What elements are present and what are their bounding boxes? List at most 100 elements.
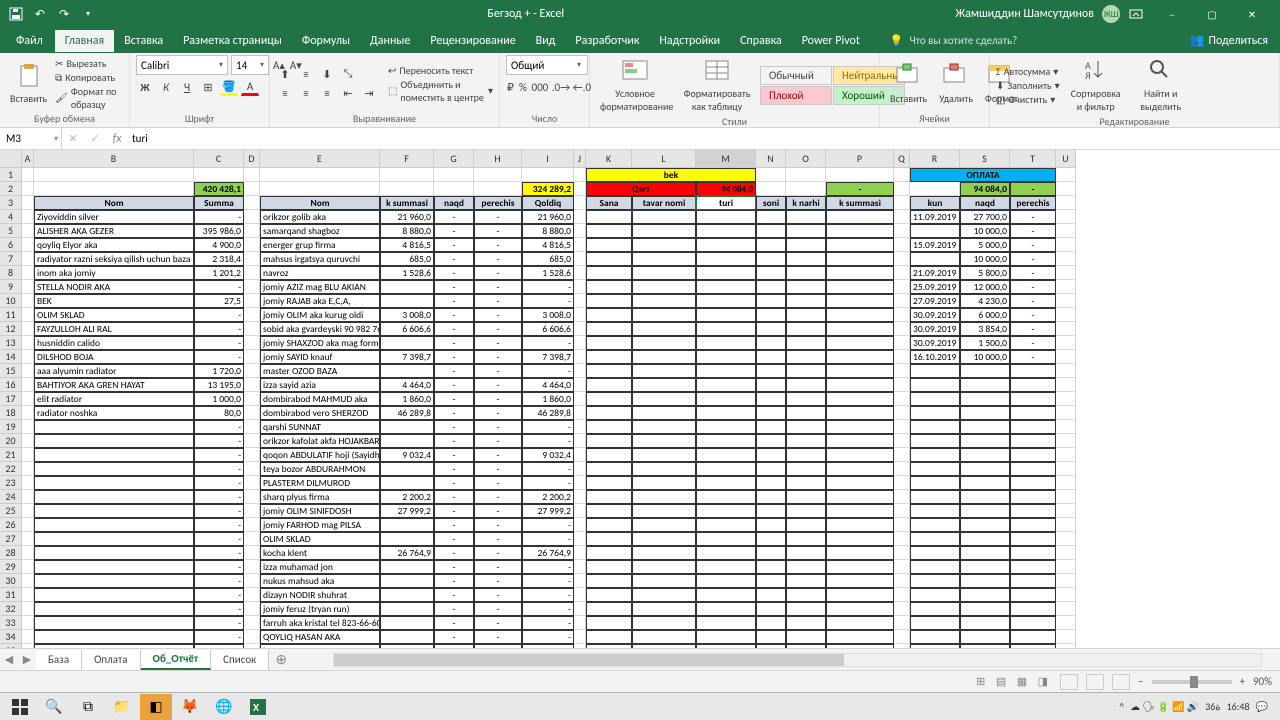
sheet-nav-prev[interactable]: ◀ xyxy=(0,653,18,666)
tab-review[interactable]: Рецензирование xyxy=(420,30,525,52)
orientation-icon[interactable]: ⤡ xyxy=(339,65,357,83)
zoom-slider[interactable] xyxy=(1152,680,1232,684)
sheet-tab[interactable]: Список xyxy=(211,650,269,670)
font-size[interactable]: ▾ xyxy=(231,55,269,75)
sheet-tab[interactable]: База xyxy=(36,650,82,670)
row-header[interactable]: 14 xyxy=(0,350,22,364)
excel-taskbar-icon[interactable]: X xyxy=(242,694,274,720)
firefox-icon[interactable]: 🦊 xyxy=(174,694,206,720)
row-header[interactable]: 15 xyxy=(0,364,22,378)
tray-icons[interactable]: ☁ 🗣 🔋 📶 🔊 xyxy=(1130,700,1199,713)
inc-decimal-icon[interactable]: .0→ xyxy=(552,78,570,96)
align-right-icon[interactable]: ≡ xyxy=(318,84,336,102)
tab-layout[interactable]: Разметка страницы xyxy=(173,30,292,52)
close-button[interactable]: ✕ xyxy=(1232,0,1272,28)
sort-filter-button[interactable]: AЯСортировка и фильтр xyxy=(1064,55,1128,115)
ribbon-options-icon[interactable] xyxy=(1128,6,1144,22)
copy-button[interactable]: ⧉Копировать xyxy=(55,71,123,84)
fx-icon[interactable]: fx xyxy=(106,132,128,146)
align-center-icon[interactable]: ≡ xyxy=(297,84,315,102)
border-button[interactable]: ⊞ xyxy=(199,78,217,96)
row-header[interactable]: 29 xyxy=(0,560,22,574)
view-layout-icon[interactable] xyxy=(1086,674,1104,690)
dec-decimal-icon[interactable]: ←.0 xyxy=(573,78,591,96)
col-header[interactable]: T xyxy=(1010,150,1056,168)
row-header[interactable]: 30 xyxy=(0,574,22,588)
format-painter-button[interactable]: 🖌Формат по образцу xyxy=(55,85,123,111)
row-header[interactable]: 12 xyxy=(0,322,22,336)
row-header[interactable]: 21 xyxy=(0,448,22,462)
row-header[interactable]: 25 xyxy=(0,504,22,518)
col-header[interactable]: P xyxy=(826,150,894,168)
percent-icon[interactable]: % xyxy=(518,78,528,96)
font-color-button[interactable]: A xyxy=(241,78,259,96)
app-icon[interactable]: ◧ xyxy=(140,694,172,720)
row-header[interactable]: 16 xyxy=(0,378,22,392)
col-header[interactable]: D xyxy=(244,150,260,168)
row-header[interactable]: 3 xyxy=(0,196,22,210)
minimize-button[interactable]: ─ xyxy=(1152,0,1192,28)
row-header[interactable]: 24 xyxy=(0,490,22,504)
redo-icon[interactable]: ↷ xyxy=(56,6,72,22)
autosum-button[interactable]: ΣАвтосумма ▾ xyxy=(996,65,1060,78)
find-button[interactable]: Найти и выделить xyxy=(1132,55,1190,115)
col-header[interactable]: Q xyxy=(894,150,910,168)
indent-inc-icon[interactable]: ⇥ xyxy=(360,84,378,102)
tab-data[interactable]: Данные xyxy=(360,30,420,52)
comma-icon[interactable]: 000 xyxy=(531,78,549,96)
tab-insert[interactable]: Вставка xyxy=(114,30,173,52)
start-button[interactable] xyxy=(4,694,36,720)
col-header[interactable]: S xyxy=(960,150,1010,168)
tab-addins[interactable]: Надстройки xyxy=(649,30,730,52)
col-header[interactable]: C xyxy=(194,150,244,168)
align-bottom-icon[interactable]: ⬇ xyxy=(318,65,336,83)
font-name[interactable]: ▾ xyxy=(136,55,228,75)
col-header[interactable]: E xyxy=(260,150,380,168)
tell-me[interactable]: 💡Что вы хотите сделать? xyxy=(890,34,1017,47)
tab-view[interactable]: Вид xyxy=(526,30,566,52)
col-header[interactable]: N xyxy=(756,150,786,168)
cancel-formula-icon[interactable]: ✕ xyxy=(62,132,84,145)
row-header[interactable]: 5 xyxy=(0,224,22,238)
row-header[interactable]: 11 xyxy=(0,308,22,322)
notifications-icon[interactable]: 💬 xyxy=(1256,700,1268,713)
sheet-nav-next[interactable]: ▶ xyxy=(18,653,36,666)
tab-powerpivot[interactable]: Power Pivot xyxy=(792,30,870,52)
row-header[interactable]: 18 xyxy=(0,406,22,420)
col-header[interactable]: L xyxy=(632,150,696,168)
file-tab[interactable]: Файл xyxy=(4,30,55,52)
save-icon[interactable] xyxy=(8,6,24,22)
currency-icon[interactable]: ₽ xyxy=(506,78,515,96)
new-sheet-button[interactable]: ⊕ xyxy=(269,651,293,668)
col-header[interactable]: A xyxy=(22,150,34,168)
bold-button[interactable]: Ж xyxy=(136,78,154,96)
tab-formulas[interactable]: Формулы xyxy=(292,30,360,52)
col-header[interactable]: J xyxy=(574,150,586,168)
row-header[interactable]: 32 xyxy=(0,602,22,616)
sheet-tab[interactable]: Оплата xyxy=(82,650,140,670)
tab-home[interactable]: Главная xyxy=(55,30,114,52)
cut-button[interactable]: ✂Вырезать xyxy=(55,57,123,70)
view-normal-icon[interactable] xyxy=(1060,674,1078,690)
chrome-icon[interactable]: 🌐 xyxy=(208,694,240,720)
col-header[interactable]: B xyxy=(34,150,194,168)
horizontal-scrollbar[interactable] xyxy=(333,653,1262,667)
row-header[interactable]: 13 xyxy=(0,336,22,350)
format-table-button[interactable]: Форматировать как таблицу xyxy=(678,55,756,115)
row-header[interactable]: 31 xyxy=(0,588,22,602)
align-left-icon[interactable]: ≡ xyxy=(276,84,294,102)
tab-developer[interactable]: Разработчик xyxy=(565,30,649,52)
align-middle-icon[interactable]: ≡ xyxy=(297,65,315,83)
row-header[interactable]: 35 xyxy=(0,644,22,648)
task-view-icon[interactable]: ⧉ xyxy=(72,694,104,720)
row-header[interactable]: 20 xyxy=(0,434,22,448)
fill-button[interactable]: ⬇Заполнить ▾ xyxy=(996,79,1060,92)
wrap-text-button[interactable]: ↩Переносить текст xyxy=(388,64,493,77)
row-header[interactable]: 7 xyxy=(0,252,22,266)
explorer-icon[interactable]: 📁 xyxy=(106,694,138,720)
align-top-icon[interactable]: ⬆ xyxy=(276,65,294,83)
share-button[interactable]: 👥Поделиться xyxy=(1178,29,1280,52)
col-header[interactable]: M xyxy=(696,150,756,168)
row-header[interactable]: 34 xyxy=(0,630,22,644)
row-header[interactable]: 17 xyxy=(0,392,22,406)
